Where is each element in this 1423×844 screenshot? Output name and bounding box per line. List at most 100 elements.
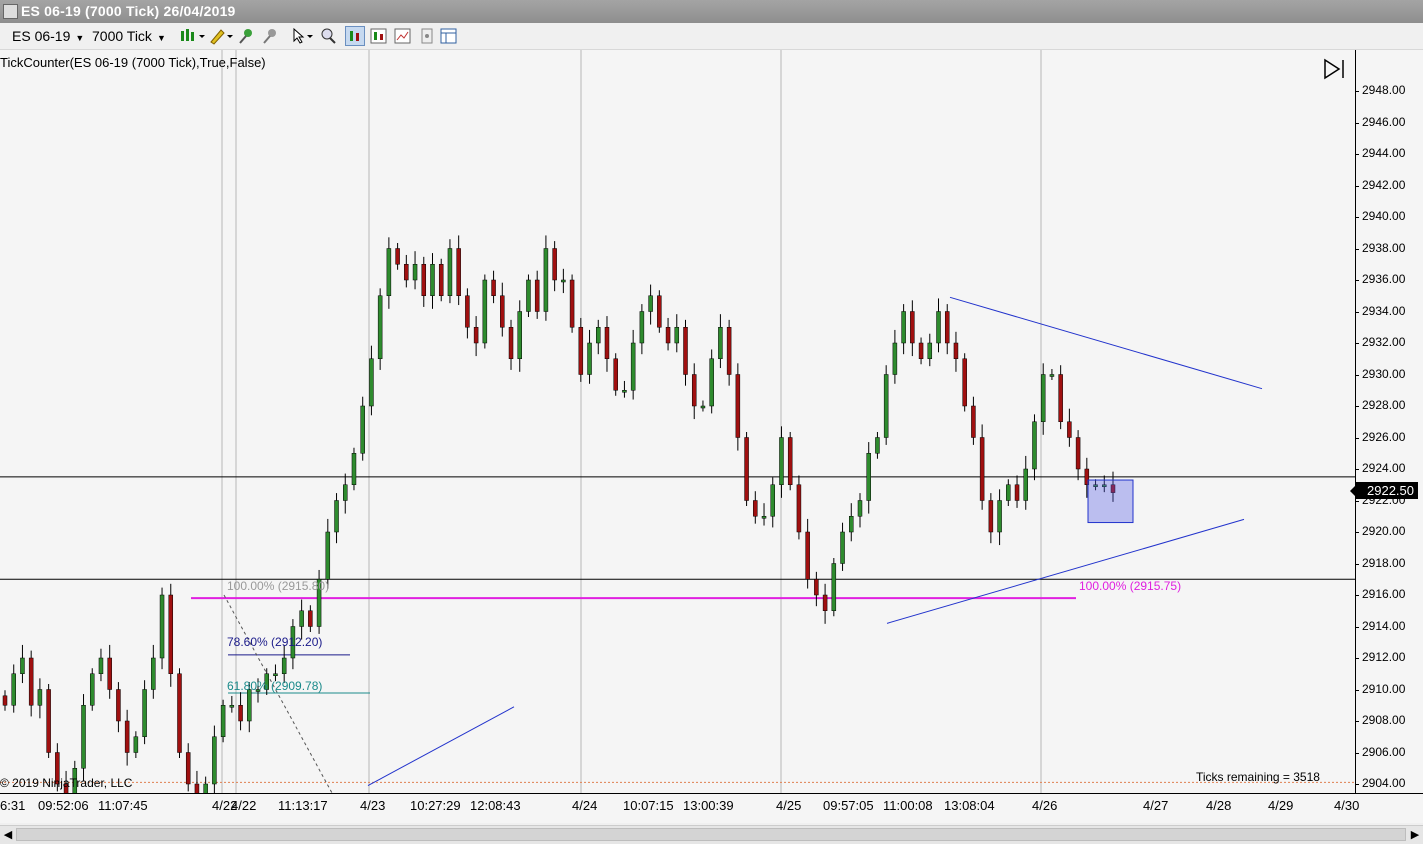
chevron-down-icon: ▼ (75, 33, 85, 43)
time-tick-label: 09:57:05 (823, 798, 874, 813)
candle-body (709, 358, 714, 407)
window-titlebar: ES 06-19 (7000 Tick) 26/04/2019 (0, 0, 1423, 23)
support-trendline (886, 518, 1245, 624)
trendline-short (367, 706, 515, 787)
time-tick-label: 10:07:15 (623, 798, 674, 813)
indicator-label: TickCounter(ES 06-19 (7000 Tick),True,Fa… (0, 55, 266, 70)
price-tick-mark (1355, 280, 1359, 281)
price-tick-label: 2924.00 (1362, 461, 1406, 475)
price-tick-mark (1355, 689, 1359, 691)
price-tick-mark (1355, 406, 1359, 407)
candle-body (726, 327, 732, 375)
bar-style-button[interactable] (178, 26, 205, 46)
candle-body (543, 248, 549, 312)
properties-button[interactable] (417, 26, 437, 46)
price-tick-mark (1355, 311, 1359, 313)
candle-body (107, 657, 112, 690)
candle-body (124, 720, 130, 753)
data-box-icon (394, 28, 411, 44)
fib-level-618: 61.80% (2909.78) (227, 679, 323, 693)
price-chart-panel[interactable] (0, 50, 1355, 827)
candle-body (500, 295, 505, 328)
candle-body (247, 689, 252, 722)
properties-icon (421, 28, 433, 44)
toolbar: ES 06-19 ▼ 7000 Tick ▼ (0, 23, 1423, 50)
price-tick-label: 2906.00 (1362, 744, 1406, 759)
candle-body (805, 531, 810, 580)
price-tick-mark (1355, 752, 1359, 754)
candle-body (281, 657, 287, 674)
candle-body (491, 279, 496, 296)
pin-button[interactable] (236, 26, 256, 46)
candle-body (604, 327, 610, 359)
candle-body (116, 689, 121, 722)
pin-alt-button[interactable] (260, 26, 280, 46)
collapse-panel-icon[interactable] (1323, 58, 1347, 80)
candle-body (613, 358, 618, 391)
price-tick-mark (1355, 154, 1359, 155)
candle-body (185, 752, 191, 785)
cursor-button[interactable] (290, 26, 313, 46)
bar-style-icon (181, 29, 205, 41)
time-tick-label: 4/29 (1268, 798, 1294, 813)
candle-body (98, 657, 104, 674)
candle-body (28, 657, 34, 706)
candle-body (901, 311, 906, 344)
candle-body (404, 264, 409, 281)
zoom-icon (321, 28, 336, 44)
resistance-trendline (949, 296, 1263, 390)
ticks-remaining: Ticks remaining = 3518 (1196, 770, 1320, 784)
candle-body (142, 689, 147, 737)
candle-body (46, 689, 51, 753)
zoom-button[interactable] (318, 26, 338, 46)
drawing-tool-button[interactable] (208, 26, 233, 46)
candle-body (412, 264, 418, 281)
candle-body (238, 705, 243, 722)
candle-body (988, 500, 994, 533)
candle-body (596, 327, 601, 344)
interval-selector[interactable]: 7000 Tick ▼ (92, 27, 166, 45)
candle-body (700, 405, 706, 409)
candle-body (814, 579, 819, 596)
cursor-icon (293, 27, 313, 44)
candle-body (997, 500, 1002, 533)
candle-body (648, 295, 653, 312)
candlestick-button[interactable] (369, 26, 389, 46)
price-tick-mark (1355, 469, 1359, 470)
data-box-button[interactable] (393, 26, 413, 46)
candle-body (89, 673, 95, 706)
candle-body (438, 264, 444, 296)
copyright-text: © 2019 NinjaTrader, LLC (0, 776, 133, 790)
layout-button[interactable] (439, 26, 459, 46)
drawing-pencil-icon (210, 29, 233, 45)
candle-body (936, 311, 941, 344)
candle-body (229, 705, 235, 708)
candle-body (953, 342, 959, 359)
candle-body (1075, 437, 1081, 470)
price-tick-mark (1355, 248, 1359, 250)
candle-body (273, 673, 278, 676)
candle-body (657, 295, 662, 328)
candle-body (578, 327, 584, 375)
price-tick-mark (1355, 784, 1359, 785)
price-tick-label: 2942.00 (1362, 177, 1406, 192)
time-tick-label: 12:08:43 (470, 798, 521, 813)
instrument-selector[interactable]: ES 06-19 ▼ (12, 27, 84, 45)
candle-body (849, 516, 854, 533)
chart-type-button[interactable] (345, 26, 365, 46)
scroll-right-icon[interactable]: ▶ (1407, 826, 1423, 844)
scroll-left-icon[interactable]: ◀ (0, 826, 16, 844)
price-tick-label: 2920.00 (1362, 524, 1406, 538)
horizontal-scrollbar[interactable]: ◀ ▶ (0, 825, 1423, 844)
price-tick-mark (1355, 122, 1359, 124)
candle-body (639, 311, 645, 344)
highlight-rectangle (1087, 479, 1134, 524)
time-tick-label: 4/22 (231, 798, 257, 813)
price-tick-label: 2904.00 (1362, 776, 1406, 790)
candle-body (369, 358, 374, 407)
candle-body (534, 279, 540, 312)
candle-body (979, 437, 985, 501)
scroll-thumb[interactable] (16, 828, 1406, 841)
time-tick-label: 13:08:04 (944, 798, 995, 813)
candle-body (883, 374, 889, 438)
